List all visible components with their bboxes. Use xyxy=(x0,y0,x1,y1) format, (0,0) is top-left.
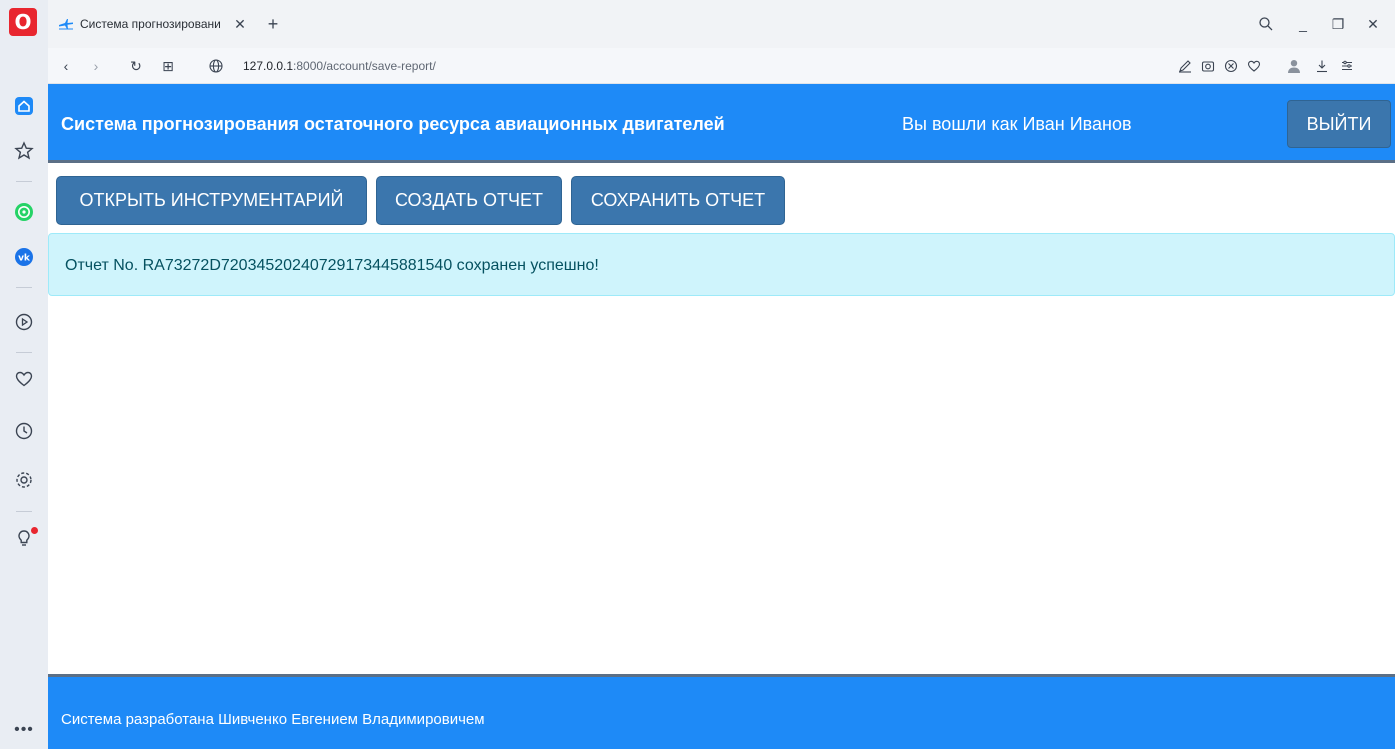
history-clock-icon[interactable] xyxy=(10,417,38,445)
url-host: 127.0.0.1 xyxy=(243,59,294,73)
forward-icon[interactable]: › xyxy=(86,56,106,76)
tab-search-icon[interactable] xyxy=(1256,14,1276,34)
sidebar-separator xyxy=(16,181,32,182)
app-title: Система прогнозирования остаточного ресу… xyxy=(61,114,725,134)
sidebar-separator xyxy=(16,287,32,288)
easy-setup-menu-icon[interactable] xyxy=(1338,57,1356,75)
url-field[interactable]: 127.0.0.1:8000/account/save-report/ xyxy=(243,57,436,75)
tab-close-icon[interactable]: ✕ xyxy=(232,16,248,32)
alert-message: Отчет No. RA73272D7203452024072917344588… xyxy=(65,257,599,274)
snapshot-camera-icon[interactable] xyxy=(1199,57,1217,75)
tab-strip: Система прогнозировани ✕ + _ ❐ ✕ xyxy=(48,0,1395,48)
tabs-grid-icon[interactable]: ⊞ xyxy=(158,56,178,76)
app-header: Система прогнозирования остаточного ресу… xyxy=(48,84,1395,163)
notification-dot xyxy=(31,527,38,534)
downloads-icon[interactable] xyxy=(1313,57,1331,75)
heart-icon[interactable] xyxy=(10,365,38,393)
app-footer: Система разработана Шивченко Евгением Вл… xyxy=(48,674,1395,749)
bookmarks-star-icon[interactable] xyxy=(10,137,38,165)
back-icon[interactable]: ‹ xyxy=(56,56,76,76)
close-window-icon[interactable]: ✕ xyxy=(1363,14,1383,34)
create-report-button[interactable]: СОЗДАТЬ ОТЧЕТ xyxy=(376,176,562,225)
browser-tab[interactable]: Система прогнозировани ✕ xyxy=(52,8,252,40)
minimize-icon[interactable]: _ xyxy=(1293,14,1313,34)
sidebar-separator xyxy=(16,511,32,512)
settings-gear-icon[interactable] xyxy=(10,466,38,494)
sidebar-separator xyxy=(16,352,32,353)
url-path: :8000/account/save-report/ xyxy=(293,59,436,73)
adblock-icon[interactable] xyxy=(1222,57,1240,75)
player-icon[interactable] xyxy=(10,308,38,336)
success-alert: Отчет No. RA73272D7203452024072917344588… xyxy=(48,233,1395,296)
whatsapp-icon[interactable] xyxy=(10,198,38,226)
opera-logo-icon[interactable]: O xyxy=(9,8,37,36)
logout-button[interactable]: ВЫЙТИ xyxy=(1287,100,1391,148)
favorite-heart-icon[interactable] xyxy=(1245,57,1263,75)
restore-icon[interactable]: ❐ xyxy=(1328,14,1348,34)
action-toolbar: ОТКРЫТЬ ИНСТРУМЕНТАРИЙ СОЗДАТЬ ОТЧЕТ СОХ… xyxy=(48,166,1395,232)
tab-title: Система прогнозировани xyxy=(80,17,221,31)
reload-icon[interactable]: ↻ xyxy=(126,56,146,76)
svg-text:vk: vk xyxy=(18,254,31,264)
save-report-button[interactable]: СОХРАНИТЬ ОТЧЕТ xyxy=(571,176,785,225)
address-bar-row: ‹ › ↻ ⊞ 127.0.0.1:8000/account/save-repo… xyxy=(48,48,1395,84)
browser-sidebar: O vk ••• xyxy=(0,0,48,749)
open-tools-button[interactable]: ОТКРЫТЬ ИНСТРУМЕНТАРИЙ xyxy=(56,176,367,225)
logged-in-user: Вы вошли как Иван Иванов xyxy=(902,114,1132,134)
vk-icon[interactable]: vk xyxy=(10,243,38,271)
airplane-favicon-icon xyxy=(59,19,73,30)
site-info-globe-icon[interactable] xyxy=(206,56,226,76)
edit-icon[interactable] xyxy=(1176,57,1194,75)
home-icon[interactable] xyxy=(10,92,38,120)
footer-credits: Система разработана Шивченко Евгением Вл… xyxy=(61,711,485,728)
sidebar-more-icon[interactable]: ••• xyxy=(10,722,38,740)
profile-avatar-icon[interactable] xyxy=(1285,57,1303,75)
new-tab-button[interactable]: + xyxy=(262,13,284,35)
